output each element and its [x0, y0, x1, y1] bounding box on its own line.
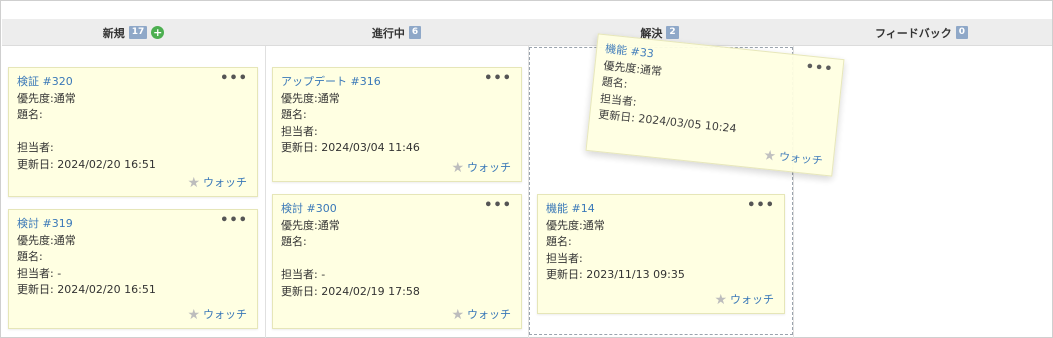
subject-label: 題名: [281, 235, 307, 248]
priority-label: 優先度: [17, 233, 54, 247]
assignee-label: 担当者: [599, 91, 638, 109]
priority-value: 通常 [582, 218, 605, 232]
assignee-value: - [57, 266, 62, 280]
watch-label: ウォッチ [203, 175, 247, 189]
updated-label: 更新日: [597, 107, 636, 125]
card-menu-button[interactable]: ••• [805, 59, 834, 78]
count-badge: 2 [666, 26, 679, 39]
priority-value: 通常 [53, 91, 76, 105]
star-icon: ★ [714, 291, 727, 308]
star-icon: ★ [451, 306, 464, 323]
assignee-value: - [321, 268, 326, 281]
count-badge: 0 [955, 26, 969, 39]
priority-value: 通常 [639, 62, 663, 78]
watch-label: ウォッチ [778, 149, 824, 168]
issue-card[interactable]: ••• 検証 #320 優先度:通常 題名: 担当者: 更新日: 2024/02… [8, 67, 258, 197]
issue-link[interactable]: 検討 #300 [281, 202, 337, 215]
priority-value: 通常 [317, 91, 340, 105]
card-menu-button[interactable]: ••• [220, 213, 248, 230]
assignee-label: 担当者: [281, 268, 318, 281]
column-header-in-progress: 進行中 6 [265, 19, 528, 46]
issue-card[interactable]: ••• 検討 #300 優先度:通常 題名: 担当者: - 更新日: 2024/… [272, 194, 522, 329]
count-badge: 6 [408, 26, 422, 39]
card-menu-button[interactable]: ••• [747, 198, 775, 215]
watch-button[interactable]: ★ ウォッチ [714, 292, 774, 309]
priority-label: 優先度: [602, 58, 641, 76]
column-title: フィードバック [874, 26, 952, 40]
assignee-label: 担当者: [281, 124, 318, 138]
updated-label: 更新日: [281, 284, 318, 298]
star-icon: ★ [451, 159, 464, 176]
updated-value: 2024/03/04 11:46 [321, 141, 420, 154]
priority-value: 通常 [53, 233, 76, 247]
issue-link[interactable]: 検証 #320 [17, 75, 73, 88]
updated-value: 2024/02/20 16:51 [57, 157, 156, 171]
assignee-label: 担当者: [17, 266, 54, 280]
star-icon: ★ [187, 174, 200, 191]
priority-label: 優先度: [281, 91, 318, 105]
watch-label: ウォッチ [467, 307, 511, 321]
issue-card[interactable]: ••• 検討 #319 優先度:通常 題名: 担当者: - 更新日: 2024/… [8, 209, 258, 329]
subject-label: 題名: [546, 235, 572, 248]
updated-value: 2024/02/20 16:51 [57, 283, 156, 296]
watch-button[interactable]: ★ ウォッチ [187, 175, 247, 192]
card-menu-button[interactable]: ••• [484, 71, 512, 88]
updated-label: 更新日: [17, 157, 54, 171]
watch-button[interactable]: ★ ウォッチ [451, 307, 511, 324]
issue-link[interactable]: 機能 #14 [546, 202, 595, 215]
issue-link[interactable]: 検討 #319 [17, 217, 73, 230]
count-badge: 17 [128, 26, 148, 39]
card-menu-button[interactable]: ••• [220, 71, 248, 88]
column-header-new: 新規 17 + [2, 19, 265, 46]
watch-button[interactable]: ★ ウォッチ [763, 147, 824, 170]
column-header-bar: 新規 17 + 進行中 6 解決 2 フィードバック 0 [2, 19, 1052, 46]
issue-link[interactable]: アップデート #316 [281, 75, 381, 88]
assignee-label: 担当者: [17, 141, 54, 154]
watch-button[interactable]: ★ ウォッチ [187, 307, 247, 324]
updated-label: 更新日: [546, 268, 583, 281]
updated-value: 2024/02/19 17:58 [321, 284, 420, 298]
updated-value: 2023/11/13 09:35 [586, 268, 685, 281]
subject-label: 題名: [17, 250, 43, 263]
subject-label: 題名: [17, 108, 43, 121]
priority-label: 優先度: [17, 91, 54, 105]
subject-label: 題名: [281, 108, 307, 121]
column-header-feedback: フィードバック 0 [791, 19, 1052, 46]
column-divider [265, 46, 266, 338]
star-icon: ★ [187, 306, 200, 323]
watch-label: ウォッチ [467, 160, 511, 174]
watch-button[interactable]: ★ ウォッチ [451, 160, 511, 177]
column-title: 進行中 [371, 26, 405, 40]
card-menu-button[interactable]: ••• [484, 198, 512, 215]
updated-label: 更新日: [281, 141, 318, 154]
issue-link[interactable]: 機能 #33 [605, 42, 655, 60]
subject-label: 題名: [601, 75, 629, 91]
priority-label: 優先度: [546, 218, 583, 232]
priority-label: 優先度: [281, 218, 318, 232]
column-title: 新規 [102, 26, 125, 40]
assignee-label: 担当者: [546, 251, 583, 265]
add-issue-button[interactable]: + [151, 26, 165, 39]
watch-label: ウォッチ [730, 292, 774, 306]
watch-label: ウォッチ [203, 307, 247, 321]
updated-label: 更新日: [17, 283, 54, 296]
priority-value: 通常 [317, 218, 340, 232]
star-icon: ★ [762, 147, 777, 165]
issue-card[interactable]: ••• 機能 #14 優先度:通常 題名: 担当者: 更新日: 2023/11/… [537, 194, 785, 314]
kanban-board: 新規 17 + 進行中 6 解決 2 フィードバック 0 ••• 検証 #320… [0, 0, 1053, 338]
issue-card[interactable]: ••• アップデート #316 優先度:通常 題名: 担当者: 更新日: 202… [272, 67, 522, 182]
